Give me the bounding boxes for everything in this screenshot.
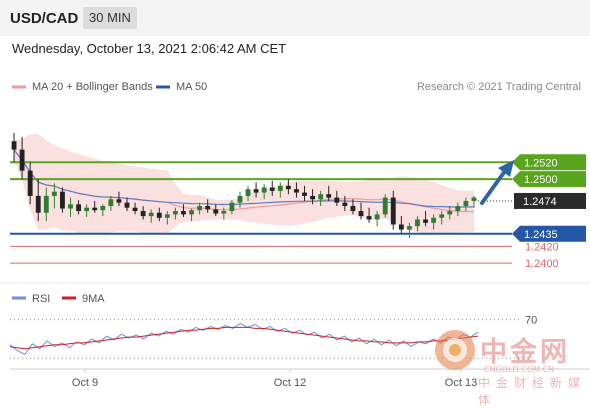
- rsi-line: [9, 322, 479, 356]
- support-level-label: 1.2435: [524, 229, 558, 241]
- watermark-cn: 中金网: [480, 337, 570, 368]
- candle-up: [68, 204, 73, 209]
- candle-up: [43, 195, 49, 213]
- candle-up: [277, 185, 283, 191]
- candle-down: [60, 191, 65, 209]
- candle-up: [108, 199, 114, 206]
- candle-down: [390, 197, 396, 225]
- candle-down: [358, 211, 364, 217]
- candle-down: [181, 211, 186, 215]
- candle-up: [261, 187, 267, 193]
- candle-up: [431, 217, 437, 223]
- candle-down: [76, 204, 82, 212]
- x-tick-oct13: Oct 13: [445, 377, 477, 389]
- candle-down: [35, 195, 41, 213]
- candle-down: [19, 149, 25, 171]
- candle-down: [27, 170, 33, 196]
- x-tick-oct12: Oct 12: [274, 377, 306, 389]
- ma50-legend-label: MA 50: [176, 81, 207, 93]
- candle-down: [294, 189, 299, 193]
- candle-down: [116, 199, 122, 203]
- ma20-legend-label: MA 20 + Bollinger Bands: [32, 81, 153, 93]
- minor-level-label: 1.2400: [525, 258, 559, 270]
- candle-down: [334, 197, 340, 203]
- candle-down: [124, 202, 130, 208]
- candle-down: [92, 207, 98, 211]
- candle-down: [342, 202, 348, 206]
- bollinger-band: [14, 134, 474, 235]
- candle-up: [245, 189, 251, 196]
- candle-up: [197, 206, 203, 211]
- candle-up: [237, 195, 243, 203]
- watermark-logo-icon: [435, 330, 475, 370]
- candle-up: [318, 194, 324, 200]
- level-labels: 1.2520 1.2500 1.2474 1.24351.2420 1.2400: [512, 154, 586, 270]
- watermark-sub: 中金财经新媒体: [478, 376, 587, 407]
- candle-up: [229, 202, 235, 212]
- candle-up: [172, 211, 178, 215]
- candle-up: [221, 211, 227, 214]
- candle-up: [148, 212, 154, 217]
- rsi-ma-line: [9, 326, 479, 350]
- rsi-tick-70: 70: [525, 315, 537, 327]
- candle-down: [205, 206, 211, 210]
- candle-down: [132, 207, 138, 212]
- candle-down: [310, 195, 316, 200]
- candle-down: [156, 212, 162, 218]
- watermark-domain: CNGOLD.COM.CN: [484, 365, 555, 374]
- candle-down: [302, 192, 307, 196]
- candle-down: [398, 224, 404, 230]
- resistance-level-label: 1.2520: [524, 157, 558, 169]
- forecast-arrow: [480, 160, 514, 205]
- candle-down: [269, 187, 275, 191]
- x-tick-oct9: Oct 9: [72, 377, 98, 389]
- candle-up: [84, 207, 90, 212]
- candle-up: [51, 191, 57, 196]
- candle-down: [285, 185, 291, 190]
- bollinger-band-area: [14, 134, 474, 235]
- minor-level-label: 1.2420: [525, 241, 559, 253]
- candle-up: [382, 197, 388, 215]
- candle-up: [471, 197, 477, 201]
- candle-up: [447, 211, 453, 215]
- candle-down: [213, 209, 219, 214]
- candle-down: [350, 206, 356, 212]
- rsi-legend-label: RSI: [32, 293, 50, 305]
- candle-up: [406, 226, 412, 230]
- candle-up: [164, 214, 170, 218]
- ma9-legend-label: 9MA: [82, 293, 105, 305]
- candle-up: [374, 214, 380, 220]
- candle-down: [11, 141, 17, 150]
- candle-down: [140, 211, 146, 217]
- current-price-label: 1.2474: [523, 196, 557, 208]
- candle-up: [189, 210, 194, 215]
- candle-up: [415, 219, 420, 227]
- resistance-level-label: 1.2500: [524, 174, 558, 186]
- candle-down: [326, 194, 332, 198]
- credit-text: Research © 2021 Trading Central: [417, 81, 581, 93]
- candle-up: [463, 200, 469, 206]
- candle-up: [439, 214, 445, 218]
- candle-up: [455, 206, 461, 212]
- candle-down: [366, 216, 372, 220]
- candle-down: [423, 219, 428, 223]
- candle-up: [100, 206, 106, 211]
- candle-down: [253, 189, 259, 193]
